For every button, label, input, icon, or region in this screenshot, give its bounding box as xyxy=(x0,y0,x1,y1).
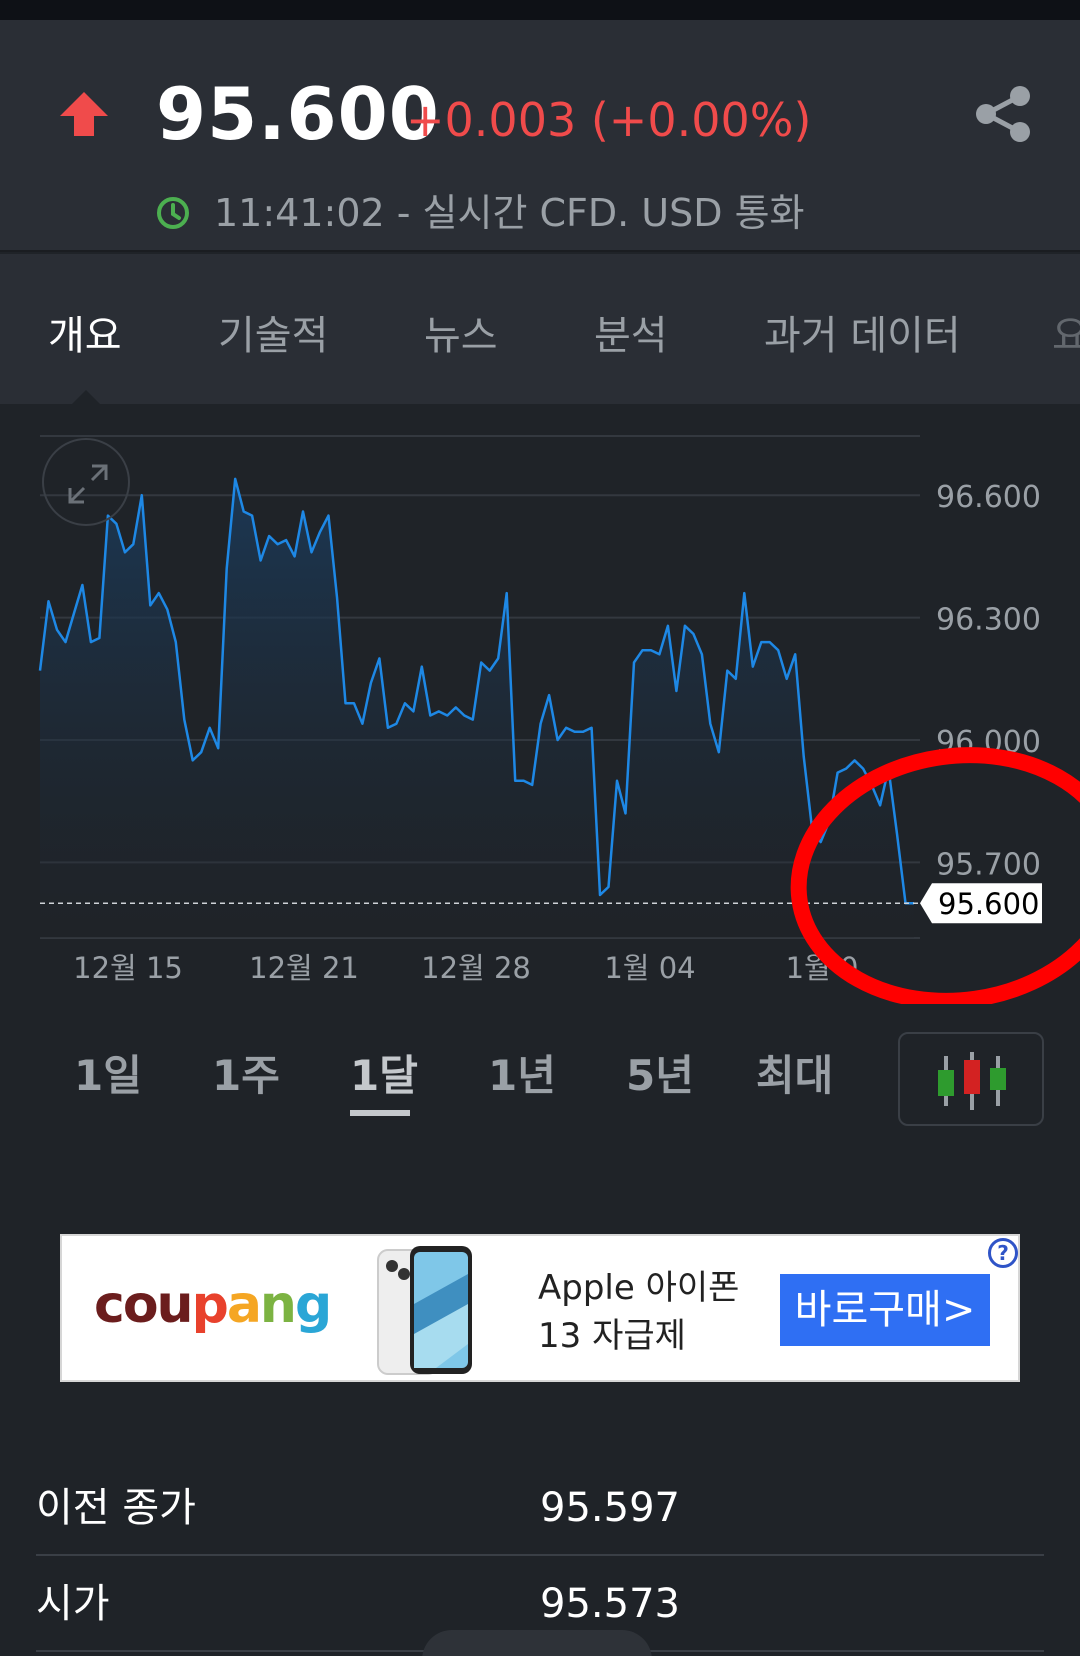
tab-historical-data[interactable]: 과거 데이터 xyxy=(764,308,961,364)
quote-header: 95.600 +0.003 (+0.00%) 11:41:02 - 실시간 CF… xyxy=(0,20,1080,252)
expand-icon xyxy=(68,464,108,504)
y-tick-label: 96.300 xyxy=(936,603,1041,638)
range-max[interactable]: 최대 xyxy=(756,1048,833,1104)
x-tick-label: 12월 15 xyxy=(73,951,183,985)
range-1y[interactable]: 1년 xyxy=(488,1048,556,1104)
x-tick-label: 1월 04 xyxy=(604,951,695,985)
tab-technical[interactable]: 기술적 xyxy=(218,308,328,364)
ad-help-icon[interactable]: ? xyxy=(988,1238,1018,1268)
active-tab-indicator xyxy=(72,390,100,404)
candlestick-icon xyxy=(938,1052,1006,1110)
tab-more[interactable]: 요 xyxy=(1052,308,1080,364)
y-tick-label: 96.600 xyxy=(936,480,1041,515)
stat-label: 이전 종가 xyxy=(36,1485,196,1531)
active-range-underline xyxy=(350,1110,410,1116)
candlestick-toggle-button[interactable] xyxy=(898,1032,1044,1126)
current-price-label: 95.600 xyxy=(938,887,1039,921)
x-tick-label: 12월 21 xyxy=(249,951,359,985)
coupang-logo: coupang xyxy=(94,1275,332,1335)
ad-line-1: Apple 아이폰 xyxy=(538,1268,740,1308)
stat-value: 95.597 xyxy=(540,1485,680,1531)
x-tick-label: 12월 28 xyxy=(421,951,531,985)
iphone-image xyxy=(377,1246,472,1375)
price-change: +0.003 (+0.00%) xyxy=(406,93,812,147)
ad-product-text: Apple 아이폰 13 자급제 xyxy=(538,1264,739,1360)
stat-value: 95.573 xyxy=(540,1581,680,1627)
stat-row-prev-close: 이전 종가 95.597 xyxy=(36,1460,1044,1556)
arrow-up-icon xyxy=(60,92,108,136)
y-tick-label: 95.700 xyxy=(936,847,1041,882)
realtime-note: 11:41:02 - 실시간 CFD. USD 통화 xyxy=(214,191,805,235)
buy-now-button[interactable]: 바로구매> xyxy=(780,1274,990,1346)
range-1w[interactable]: 1주 xyxy=(212,1048,280,1104)
stats-table: 이전 종가 95.597 시가 95.573 xyxy=(36,1460,1044,1652)
ad-line-2: 13 자급제 xyxy=(538,1316,686,1356)
status-bar xyxy=(0,0,1080,20)
price-chart[interactable]: 96.60096.30096.00095.70095.60012월 15 12월 … xyxy=(0,404,1080,1004)
tab-overview[interactable]: 개요 xyxy=(48,308,122,364)
clock-icon xyxy=(157,197,189,229)
bottom-sheet-handle[interactable] xyxy=(422,1630,652,1656)
expand-chart-button[interactable] xyxy=(42,438,130,526)
coupang-ad-banner[interactable]: coupang Apple 아이폰 13 자급제 바로구매> ? xyxy=(60,1234,1020,1382)
price-area-fill xyxy=(40,478,914,938)
tab-news[interactable]: 뉴스 xyxy=(424,308,498,364)
share-icon[interactable] xyxy=(972,84,1036,144)
range-5y[interactable]: 5년 xyxy=(626,1048,694,1104)
range-1m[interactable]: 1달 xyxy=(350,1048,418,1104)
stat-label: 시가 xyxy=(36,1581,110,1627)
tab-bar: 개요 기술적 뉴스 분석 과거 데이터 요 xyxy=(0,254,1080,404)
tab-analysis[interactable]: 분석 xyxy=(594,308,668,364)
range-1d[interactable]: 1일 xyxy=(74,1048,142,1104)
current-price: 95.600 xyxy=(156,72,440,156)
